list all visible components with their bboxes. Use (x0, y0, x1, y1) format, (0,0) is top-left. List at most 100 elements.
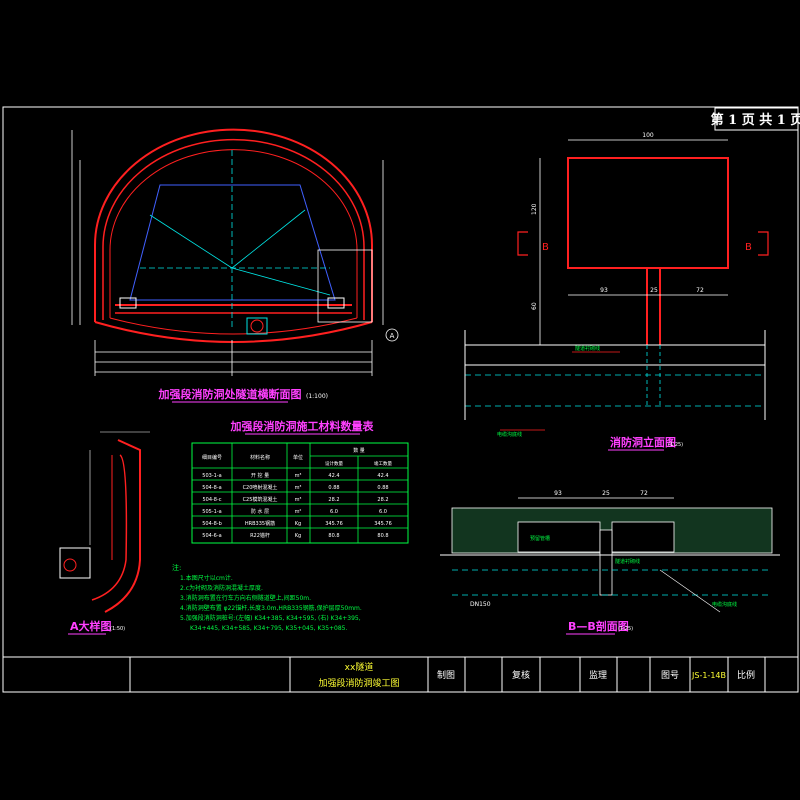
table-header-code: 细目编号 (202, 454, 222, 461)
tunnel-invert-inner (109, 317, 358, 335)
detail-a-scale: (1:50) (110, 626, 125, 632)
notes-heading: 注: (172, 563, 181, 572)
table-cell-name: HRB335钢筋 (245, 520, 275, 527)
table-cell-unit: m² (295, 509, 302, 515)
title-supervisor: 监理 (589, 669, 607, 681)
niche-elevation: 100 120 60 93 25 72 B B (464, 132, 769, 431)
table-cell-built: 42.4 (377, 473, 388, 479)
mid-dim-left: 93 (600, 287, 608, 294)
tunnel-cross-section: A (71, 128, 399, 376)
bb-dim-mid: 25 (602, 490, 610, 497)
detail-a-lining-inner (91, 454, 128, 601)
table-cell-code: 504-6-a (202, 533, 221, 539)
radius-2 (231, 209, 306, 269)
tunnel-outer-lining (94, 128, 373, 322)
section-mark-left (517, 231, 528, 256)
table-cell-unit: m³ (295, 473, 302, 479)
detail-a-drawing (59, 431, 150, 613)
bb-slot (599, 529, 613, 596)
bb-note-3: 电缆沟底线 (712, 601, 737, 608)
table-cell-unit: Kg (295, 533, 301, 539)
table-header-qty: 数 量 (353, 447, 365, 454)
bb-note-1: 预留管槽 (530, 535, 550, 542)
table-header-design: 设计数量 (325, 460, 343, 467)
table-header-name: 材料名称 (250, 454, 270, 461)
elevation-note-drain: 电缆沟底线 (497, 431, 522, 438)
cad-drawing-sheet: 第 1 页 共 1 页 A 加强段消防洞处隧道横断面图 (1:100) 100 … (2, 106, 800, 693)
section-mark-left-label: B (542, 242, 549, 253)
material-table-rows: 503-1-a 开 挖 量 m³ 42.4 42.4 504-8-a C20喷射混凝土 m³ 0… (202, 472, 392, 539)
table-cell-design: 0.88 (328, 485, 339, 491)
elevation-note-lining: 隧道衬砌线 (575, 345, 600, 352)
page-label: 第 1 页 共 1 页 (711, 112, 800, 128)
table-cell-unit: Kg (295, 521, 301, 527)
drain-pipe (250, 319, 264, 333)
table-cell-code: 503-1-a (202, 473, 221, 479)
mid-dim-right: 72 (696, 287, 704, 294)
bb-dim-left: 93 (554, 490, 562, 497)
detail-a-pipe (63, 558, 77, 572)
elevation-scale: (1:25) (668, 442, 683, 448)
table-cell-built: 0.88 (377, 485, 388, 491)
section-bb: 93 25 72 (440, 490, 780, 613)
table-cell-design: 345.76 (325, 521, 343, 527)
bb-niche-right (611, 521, 675, 553)
table-cell-design: 42.4 (328, 473, 339, 479)
table-cell-built: 6.0 (379, 509, 387, 515)
table-cell-built: 28.2 (377, 497, 388, 503)
note-line: 4.消防洞壁布置 φ22锚杆,长度3.0m,HRB335钢筋,保护层厚50mm. (180, 604, 362, 612)
sheet-border (2, 106, 799, 693)
table-cell-code: 504-8-b (202, 521, 222, 527)
table-cell-name: C20喷射混凝土 (243, 484, 278, 491)
table-cell-design: 80.8 (328, 533, 339, 539)
title-drawing-no: JS-1-14B (691, 671, 726, 680)
table-cell-name: C25模筑混凝土 (243, 496, 278, 503)
title-checked-by: 复核 (512, 669, 530, 681)
table-cell-unit: m³ (295, 497, 302, 503)
left-dim-label-1: 120 (531, 203, 538, 215)
table-cell-code: 504-8-a (202, 485, 221, 491)
table-cell-name: R22锚杆 (250, 532, 270, 539)
table-cell-design: 6.0 (330, 509, 338, 515)
cross-section-scale: (1:100) (306, 393, 328, 400)
material-table-title: 加强段消防洞施工材料数量表 (230, 419, 375, 433)
niche-shaft (646, 268, 661, 345)
radius-3 (231, 267, 331, 296)
detail-a-title: A大样图 (70, 619, 112, 633)
bb-note-2: 隧道衬砌线 (615, 558, 640, 565)
table-cell-code: 505-1-a (202, 509, 221, 515)
table-cell-built: 345.76 (374, 521, 392, 527)
title-drawing-no-label: 图号 (661, 670, 679, 681)
bb-note-4: DN150 (470, 601, 491, 608)
notes-list: 1.本图尺寸以cm计. 2.c为衬砌及消防洞混凝土厚度. 3.消防洞布置在行车方向右… (180, 574, 362, 632)
niche-opening (567, 157, 729, 269)
note-line: 5.加强段消防洞桩号:(左幅) K34+385, K34+595, (右) K3… (180, 614, 361, 622)
table-header-built: 竣工数量 (374, 460, 392, 467)
detail-a-lining-outer (104, 439, 141, 613)
clearance-outline (129, 184, 336, 301)
tunnel-invert (94, 321, 373, 343)
bb-scale: (1:25) (618, 626, 633, 632)
title-drawing: 加强段消防洞竣工图 (318, 677, 399, 689)
table-cell-code: 504-8-c (202, 497, 221, 503)
note-line: K34+445, K34+585, K34+795, K35+045, K35+… (190, 625, 348, 632)
section-mark-right (758, 231, 769, 256)
radius-1 (149, 214, 233, 269)
section-mark-right-label: B (745, 242, 752, 253)
top-dim-label: 100 (642, 132, 654, 139)
title-scale-label: 比例 (737, 669, 755, 681)
table-header-unit: 单位 (293, 454, 303, 461)
note-line: 1.本图尺寸以cm计. (180, 574, 233, 582)
table-cell-name: 防 水 层 (251, 508, 269, 515)
mid-dim-mid: 25 (650, 287, 658, 294)
note-line: 3.消防洞布置在行车方向右侧隧道壁上,间距50m. (180, 594, 311, 602)
table-cell-built: 80.8 (377, 533, 388, 539)
title-project: xx隧道 (345, 661, 374, 673)
cross-section-title: 加强段消防洞处隧道横断面图 (158, 387, 302, 401)
table-cell-name: 开 挖 量 (251, 472, 269, 479)
left-dim-label-2: 60 (531, 302, 538, 310)
table-cell-design: 28.2 (328, 497, 339, 503)
detail-a-callout-label: A (390, 332, 395, 340)
bb-dim-right: 72 (640, 490, 648, 497)
bb-leader-4 (659, 569, 721, 613)
